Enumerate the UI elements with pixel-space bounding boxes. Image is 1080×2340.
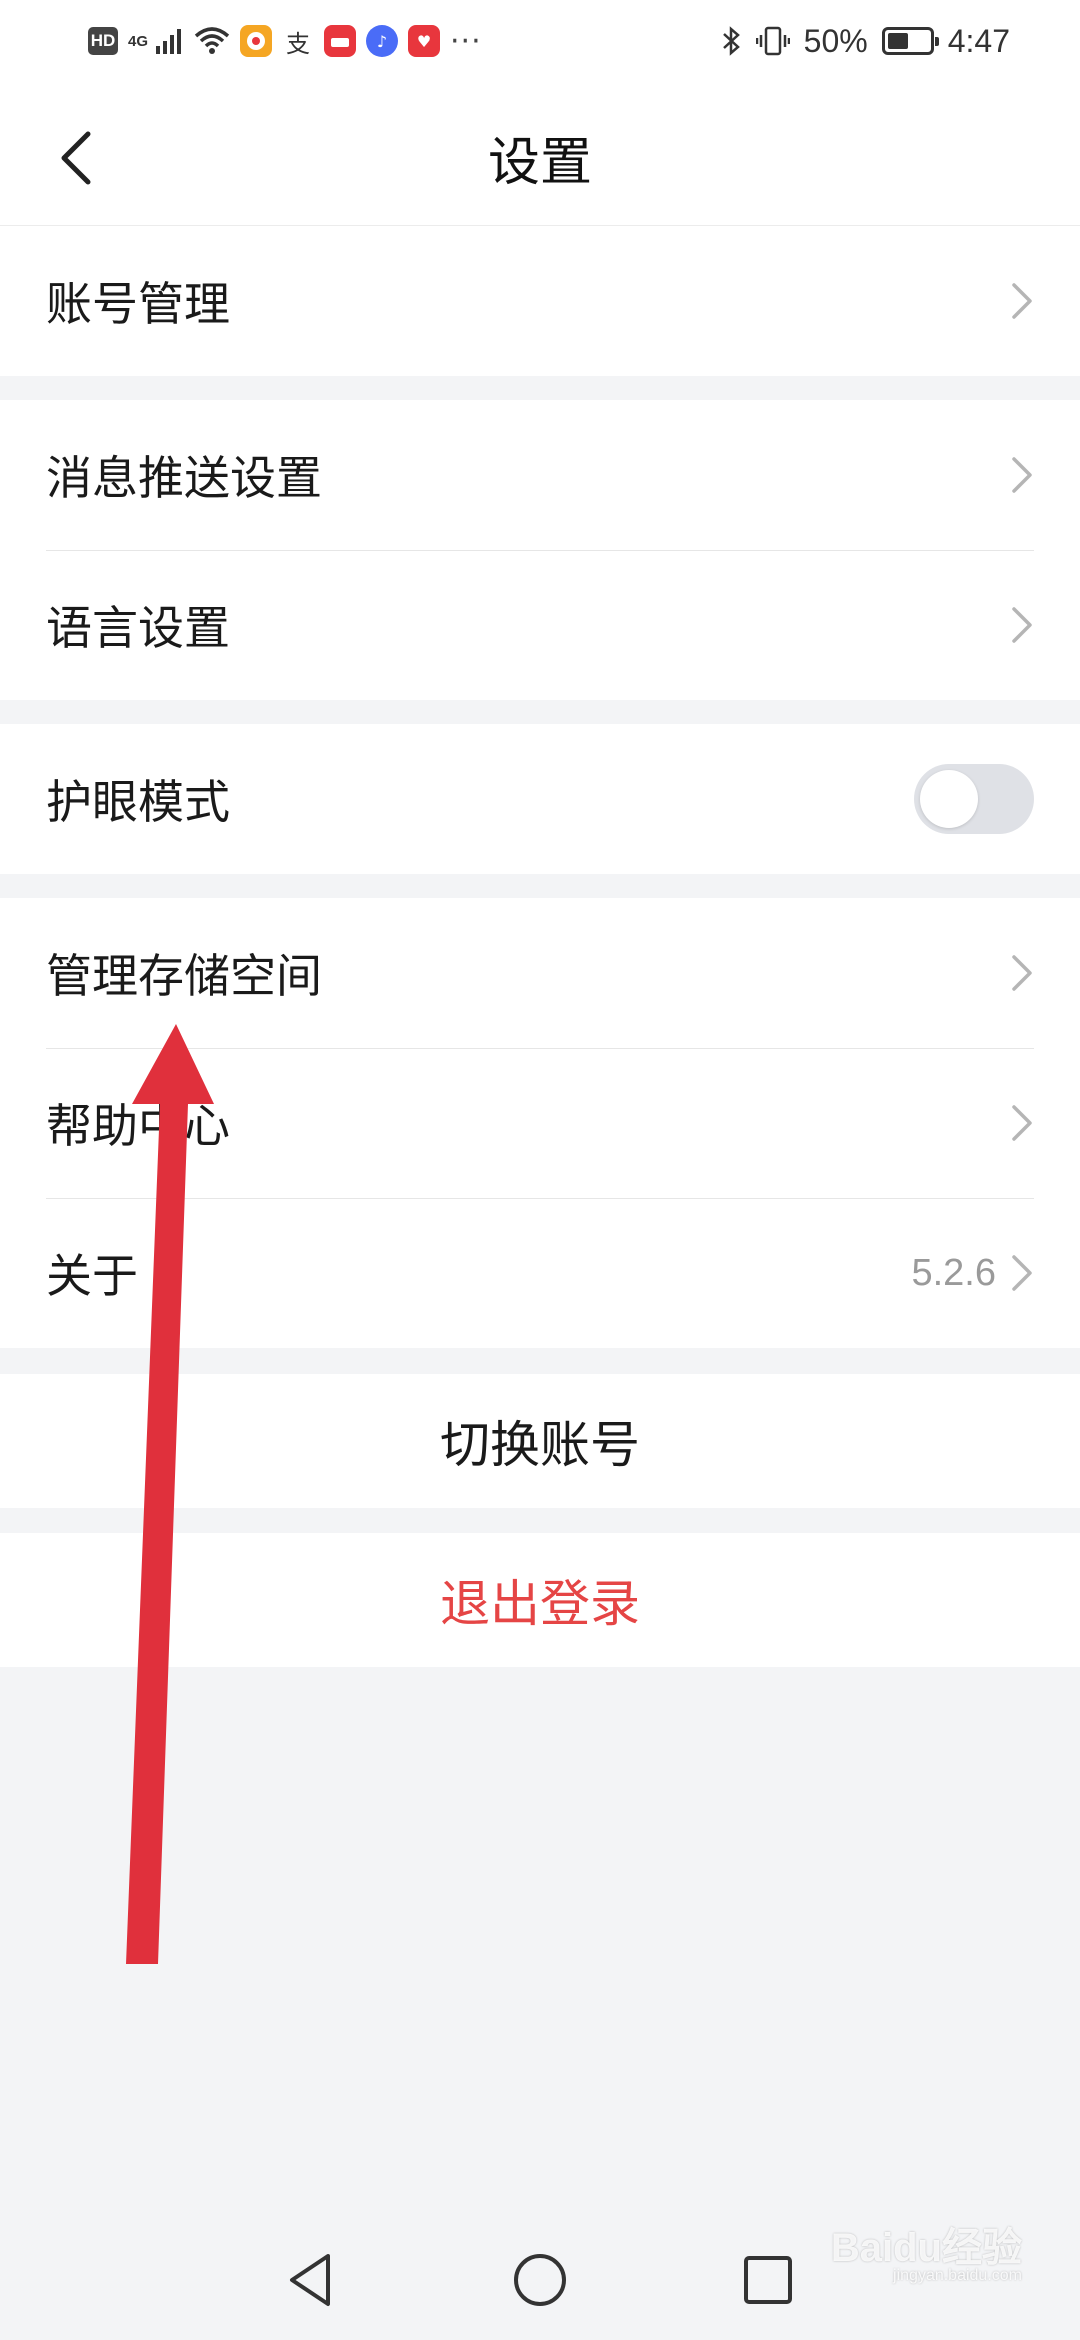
bluetooth-icon (722, 26, 740, 56)
more-notifications-icon: ··· (450, 23, 482, 59)
battery-fill (887, 33, 908, 49)
nav-back-button[interactable] (272, 2242, 348, 2318)
watermark-text: Baidu经验 (830, 2226, 1022, 2270)
chevron-right-icon (1012, 1255, 1032, 1291)
status-right: 50% 4:47 (720, 20, 1010, 62)
logout-button[interactable]: 退出登录 (0, 1533, 1080, 1667)
alipay-icon: 支 (286, 29, 311, 58)
switch-account-label: 切换账号 (440, 1416, 640, 1474)
settings-row-language[interactable]: 语言设置 (0, 550, 1080, 700)
wifi-icon (194, 27, 230, 54)
logout-label: 退出登录 (440, 1575, 640, 1633)
eye-care-toggle[interactable] (914, 764, 1034, 834)
signal-icon (156, 29, 182, 54)
app-header: 设置 (0, 82, 1080, 226)
baidu-watermark: Baidu经验 jingyan.baidu.com (831, 2228, 1022, 2284)
square-recents-icon (744, 2256, 792, 2304)
settings-row-account-management[interactable]: 账号管理 (0, 226, 1080, 376)
row-label: 语言设置 (46, 601, 230, 655)
hd-badge: HD (88, 27, 118, 55)
chevron-right-icon (1012, 1105, 1032, 1141)
status-left: HD 4G 支 ♪ ♥ ··· (88, 20, 482, 62)
chevron-right-icon (1012, 283, 1032, 319)
watermark-sub: jingyan.baidu.com (893, 2267, 1022, 2284)
heart-app-icon: ♥ (408, 25, 441, 57)
settings-row-push-notifications[interactable]: 消息推送设置 (0, 400, 1080, 550)
row-label: 消息推送设置 (46, 451, 322, 505)
row-label: 关于 (46, 1249, 138, 1303)
emoji-app-icon (240, 25, 273, 57)
triangle-back-icon (290, 2254, 330, 2306)
nav-home-button[interactable] (502, 2242, 578, 2318)
row-label: 护眼模式 (46, 775, 230, 829)
settings-row-storage[interactable]: 管理存储空间 (0, 898, 1080, 1048)
settings-row-about[interactable]: 关于 5.2.6 (0, 1198, 1080, 1348)
settings-row-eye-care: 护眼模式 (0, 724, 1080, 874)
music-icon: ♪ (366, 25, 399, 57)
circle-home-icon (514, 2254, 566, 2306)
chevron-right-icon (1012, 457, 1032, 493)
clock: 4:47 (947, 22, 1010, 59)
chevron-right-icon (1012, 607, 1032, 643)
vibrate-icon (755, 26, 790, 56)
battery-percent: 50% (803, 22, 868, 59)
nav-recents-button[interactable] (730, 2242, 806, 2318)
misc-group: 管理存储空间 帮助中心 关于 5.2.6 (0, 898, 1080, 1348)
settings-row-help-center[interactable]: 帮助中心 (0, 1048, 1080, 1198)
settings-screen: HD 4G 支 ♪ ♥ ··· 50% 4:47 设置 账号管理 消息推送设置 … (0, 0, 1080, 2340)
account-group: 账号管理 (0, 226, 1080, 376)
network-type: 4G (128, 32, 149, 50)
huawei-store-icon (324, 25, 357, 57)
eye-care-group: 护眼模式 (0, 724, 1080, 874)
status-bar: HD 4G 支 ♪ ♥ ··· 50% 4:47 (0, 0, 1080, 82)
row-label: 管理存储空间 (46, 949, 322, 1003)
switch-account-button[interactable]: 切换账号 (0, 1374, 1080, 1508)
row-label: 账号管理 (46, 277, 230, 331)
app-version: 5.2.6 (911, 1251, 996, 1294)
toggle-knob (920, 770, 978, 828)
battery-icon (881, 27, 939, 55)
page-title: 设置 (487, 133, 592, 193)
row-label: 帮助中心 (46, 1099, 230, 1153)
preferences-group: 消息推送设置 语言设置 (0, 400, 1080, 700)
chevron-right-icon (1012, 955, 1032, 991)
